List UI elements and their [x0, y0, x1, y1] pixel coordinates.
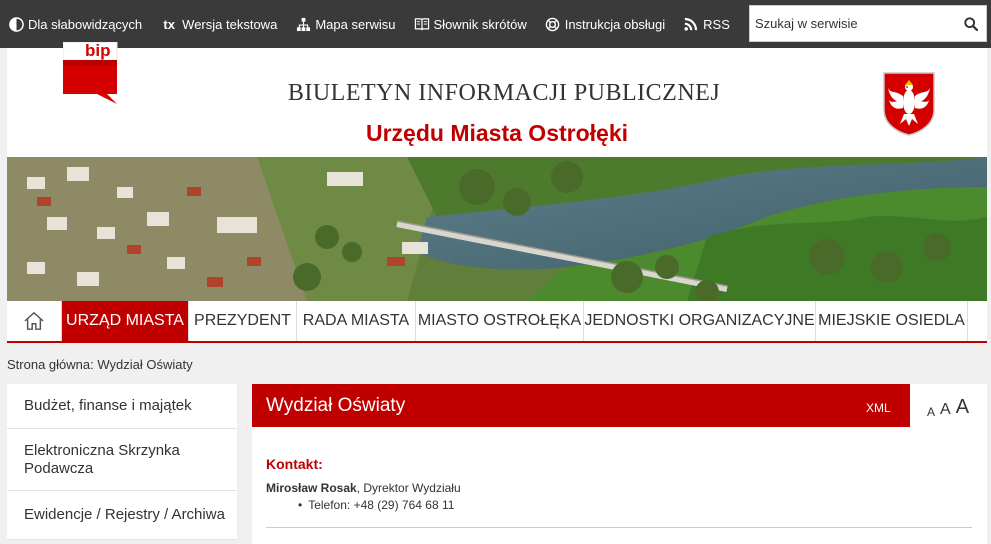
font-size-large[interactable]: A: [956, 396, 969, 419]
xml-link[interactable]: XML: [866, 401, 891, 415]
rss-label: RSS: [703, 16, 730, 32]
contact-person-name: Mirosław Rosak: [266, 481, 357, 495]
high-contrast-label: Dla słabowidzących: [28, 16, 143, 32]
content-panel: Wydział Oświaty XML A A A Kontakt: Miros…: [252, 384, 987, 544]
nav-prezydent[interactable]: PREZYDENT: [189, 301, 297, 341]
breadcrumb: Strona główna: Wydział Oświaty: [7, 357, 193, 372]
nav-home[interactable]: [7, 301, 62, 341]
font-size-controls: A A A: [927, 396, 974, 419]
contrast-icon: [8, 16, 24, 32]
sidebar-item-esp[interactable]: Elektroniczna Skrzynka Podawcza: [7, 429, 237, 491]
glossary-label: Słownik skrótów: [433, 16, 527, 32]
contact-person: Mirosław Rosak, Dyrektor Wydziału: [266, 481, 461, 495]
content-header: Wydział Oświaty XML: [252, 384, 910, 427]
sitemap-link[interactable]: Mapa serwisu: [295, 16, 396, 32]
contact-heading: Kontakt:: [266, 456, 323, 472]
nav-jednostki-organizacyjne[interactable]: JEDNOSTKI ORGANIZACYJNE: [584, 301, 816, 341]
page-title: Wydział Oświaty: [266, 395, 406, 416]
top-bar: Dla słabowidzących tx Wersja tekstowa Ma…: [0, 0, 991, 48]
text-version-icon: tx: [163, 16, 175, 32]
rss-icon: [683, 16, 699, 32]
search-box: [749, 5, 987, 42]
rss-link[interactable]: RSS: [683, 16, 730, 32]
text-version-link[interactable]: tx Wersja tekstowa: [160, 16, 277, 32]
glossary-link[interactable]: Słownik skrótów: [414, 16, 527, 32]
site-title: BIULETYN INFORMACJI PUBLICZNEJ: [287, 80, 721, 106]
nav-miasto-ostroleka[interactable]: MIASTO OSTROŁĘKA: [416, 301, 584, 341]
bip-logo-text: bip: [85, 41, 111, 60]
contact-phone: Telefon: +48 (29) 764 68 11: [298, 498, 454, 512]
font-size-medium[interactable]: A: [940, 401, 951, 419]
nav-rada-miasta[interactable]: RADA MIASTA: [297, 301, 416, 341]
sidebar-menu: Budżet, finanse i majątek Elektroniczna …: [7, 384, 237, 540]
nav-miejskie-osiedla[interactable]: MIEJSKIE OSIEDLA: [816, 301, 968, 341]
site-subtitle: Urzędu Miasta Ostrołęki: [365, 120, 629, 146]
book-icon: [414, 16, 430, 32]
site-header: bip BIULETYN INFORMACJI PUBLICZNEJ Urzęd…: [7, 41, 987, 157]
search-button[interactable]: [956, 6, 986, 41]
search-input[interactable]: [750, 6, 956, 41]
divider: [266, 527, 972, 528]
contact-person-role: , Dyrektor Wydziału: [356, 481, 461, 495]
accessibility-links: Dla słabowidzących tx Wersja tekstowa Ma…: [0, 0, 740, 48]
sidebar-item-budzet[interactable]: Budżet, finanse i majątek: [7, 384, 237, 429]
city-crest-icon: [883, 72, 935, 141]
font-size-small[interactable]: A: [927, 405, 935, 419]
sitemap-icon: [295, 16, 311, 32]
lifebuoy-icon: [545, 16, 561, 32]
main-nav: URZĄD MIASTA PREZYDENT RADA MIASTA MIAST…: [7, 301, 987, 343]
manual-label: Instrukcja obsługi: [564, 16, 666, 32]
home-icon: [24, 311, 44, 330]
search-icon: [964, 16, 978, 31]
sidebar-item-ewidencje[interactable]: Ewidencje / Rejestry / Archiwa: [7, 491, 237, 540]
nav-urzad-miasta[interactable]: URZĄD MIASTA: [62, 301, 189, 341]
sitemap-label: Mapa serwisu: [315, 16, 396, 32]
manual-link[interactable]: Instrukcja obsługi: [545, 16, 665, 32]
header-banner-photo: [7, 157, 987, 301]
text-version-label: Wersja tekstowa: [182, 16, 278, 32]
high-contrast-link[interactable]: Dla słabowidzących: [8, 16, 142, 32]
